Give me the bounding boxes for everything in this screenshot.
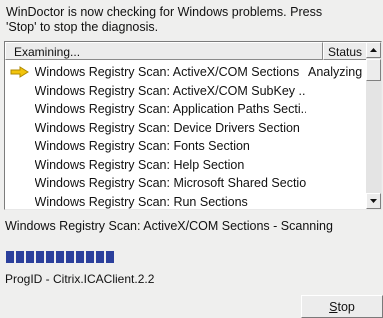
progress-block <box>56 251 64 263</box>
scroll-up-arrow-icon <box>370 48 377 52</box>
list-item-status: Analyzing <box>307 65 363 80</box>
list-item-name: Windows Registry Scan: Help Section <box>34 157 245 172</box>
stop-button-mnemonic: S <box>329 299 338 314</box>
list-rows: Windows Registry Scan: ActiveX/COM Secti… <box>5 63 367 210</box>
list-item-name: Windows Registry Scan: Microsoft Shared … <box>34 176 306 191</box>
list-item-name: Windows Registry Scan: Application Paths… <box>34 102 306 117</box>
intro-line-1: WinDoctor is now checking for Windows pr… <box>6 5 323 19</box>
vertical-scrollbar[interactable] <box>366 42 381 209</box>
list-item-name: Windows Registry Scan: Fonts Section <box>34 139 250 154</box>
progress-block <box>16 251 24 263</box>
list-item-name: Windows Registry Scan: ActiveX/COM Secti… <box>34 65 300 80</box>
scroll-down-arrow-icon <box>370 199 377 203</box>
column-header-examining[interactable]: Examining... <box>5 42 323 60</box>
list-item[interactable]: Windows Registry Scan: Help Section <box>5 156 367 175</box>
list-item-name: Windows Registry Scan: Device Drivers Se… <box>34 120 300 135</box>
list-item[interactable]: Windows Registry Scan: ActiveX/COM Secti… <box>5 63 367 82</box>
progress-block <box>76 251 84 263</box>
list-item[interactable]: Windows Registry Scan: Application Paths… <box>5 100 367 119</box>
current-arrow-icon <box>5 66 35 79</box>
scroll-down-button[interactable] <box>366 193 381 209</box>
scan-status-text: Windows Registry Scan: ActiveX/COM Secti… <box>5 219 333 233</box>
stop-button[interactable]: Stop <box>301 295 383 318</box>
stop-button-label: top <box>337 299 355 314</box>
list-item-name: Windows Registry Scan: Run Sections <box>34 194 248 209</box>
scroll-thumb[interactable] <box>366 59 381 81</box>
progress-block <box>6 251 14 263</box>
column-header-status[interactable]: Status <box>323 42 367 60</box>
list-item[interactable]: Windows Registry Scan: Run Sections <box>5 193 367 210</box>
progress-block <box>26 251 34 263</box>
progress-block <box>66 251 74 263</box>
progress-bar <box>6 251 186 263</box>
progid-text: ProgID - Citrix.ICAClient.2.2 <box>5 272 155 286</box>
list-item[interactable]: Windows Registry Scan: ActiveX/COM SubKe… <box>5 82 367 101</box>
scroll-up-button[interactable] <box>366 42 381 58</box>
list-item-name: Windows Registry Scan: ActiveX/COM SubKe… <box>34 83 306 98</box>
list-item[interactable]: Windows Registry Scan: Microsoft Shared … <box>5 174 367 193</box>
progress-block <box>86 251 94 263</box>
list-item[interactable]: Windows Registry Scan: Fonts Section <box>5 137 367 156</box>
examining-list[interactable]: Examining... Status Windows Registry Sca… <box>4 41 382 210</box>
intro-line-2: 'Stop' to stop the diagnosis. <box>6 20 159 34</box>
list-header: Examining... Status <box>5 42 367 60</box>
progress-block <box>106 251 114 263</box>
progress-block <box>96 251 104 263</box>
windoctor-dialog: WinDoctor is now checking for Windows pr… <box>0 0 383 318</box>
progress-block <box>46 251 54 263</box>
list-item[interactable]: Windows Registry Scan: Device Drivers Se… <box>5 119 367 138</box>
progress-block <box>36 251 44 263</box>
intro-text: WinDoctor is now checking for Windows pr… <box>6 5 378 35</box>
